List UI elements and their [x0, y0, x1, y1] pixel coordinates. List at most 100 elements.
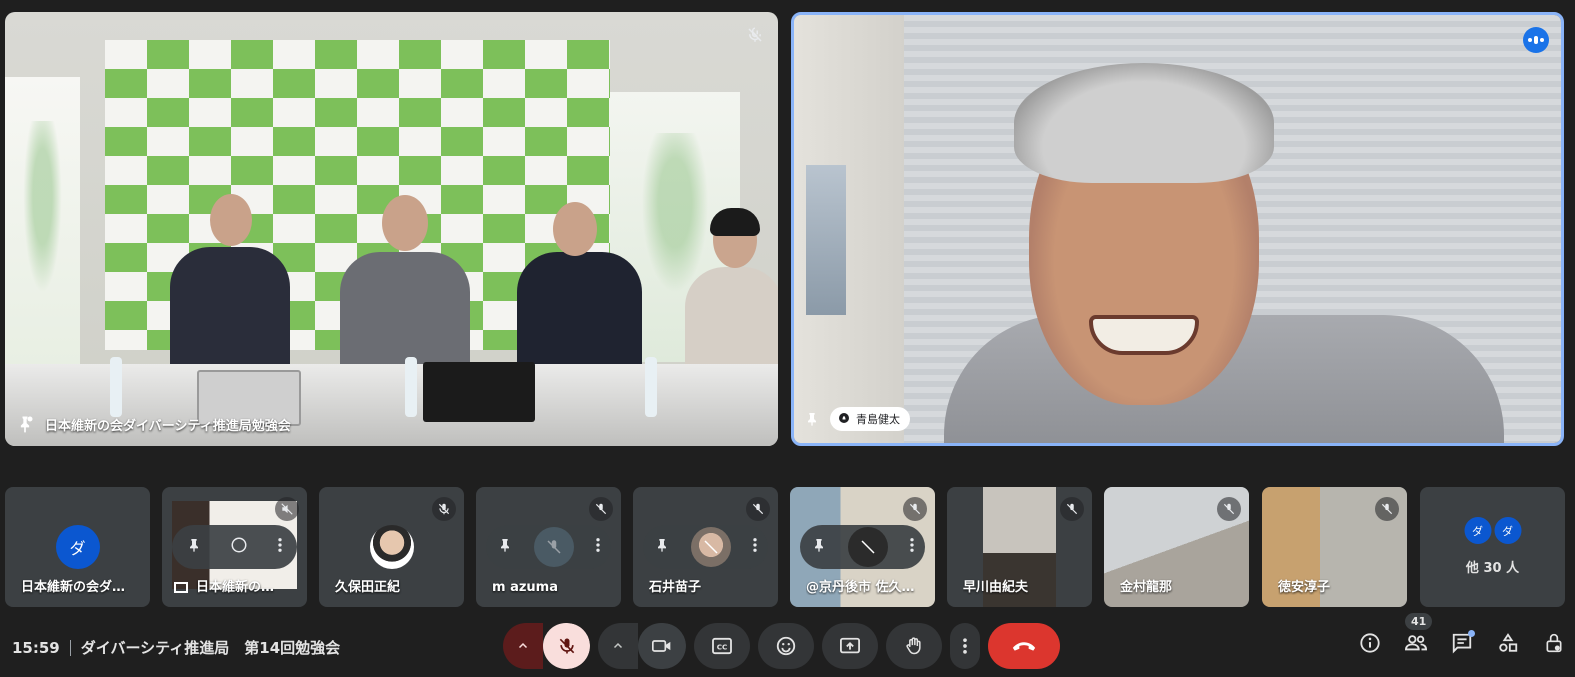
participant-tile[interactable]: 久保田正紀	[319, 487, 464, 607]
main-video-tile-venue[interactable]: 日本維新の会ダイバーシティ推進局勉強会	[5, 12, 778, 446]
mute-participant-icon[interactable]	[533, 527, 574, 567]
speaker-video	[794, 15, 1561, 443]
pin-presenting-icon[interactable]	[15, 414, 35, 434]
participant-tile[interactable]: @京丹後市 佐久…	[790, 487, 935, 607]
banner-left	[5, 77, 80, 367]
leave-call-button[interactable]	[988, 623, 1060, 669]
mic-off-button[interactable]	[543, 623, 590, 669]
tile-name-label: 青島健太	[804, 407, 910, 431]
muted-mic-icon	[1060, 497, 1084, 521]
participant-name: 石井苗子	[649, 580, 702, 595]
chat-icon[interactable]	[1449, 630, 1475, 656]
participant-name: m azuma	[492, 580, 558, 595]
mic-control	[503, 623, 590, 669]
speaker-smile	[1089, 315, 1199, 355]
bottle	[645, 357, 657, 417]
pin-icon[interactable]	[186, 536, 202, 558]
people-icon[interactable]	[1403, 630, 1429, 656]
control-bar: 15:59 ダイバーシティ推進局 第14回勉強会 CC	[0, 620, 1575, 672]
pin-icon[interactable]	[804, 410, 820, 428]
participant-tile[interactable]: 徳安淳子	[1262, 487, 1407, 607]
participant-tile[interactable]: 早川由紀夫	[947, 487, 1092, 607]
participant-tile[interactable]: 石井苗子	[633, 487, 778, 607]
main-video-tile-speaker[interactable]: 青島健太	[791, 12, 1564, 446]
host-controls-icon[interactable]	[1541, 630, 1567, 656]
captions-button[interactable]: CC	[694, 623, 750, 669]
more-options-icon[interactable]	[909, 536, 915, 558]
speaker-name-pill: 青島健太	[830, 407, 910, 431]
pin-icon[interactable]	[654, 536, 670, 558]
tile-hover-controls	[800, 525, 925, 569]
mute-participant-icon[interactable]	[690, 527, 731, 567]
muted-mic-icon	[1217, 497, 1241, 521]
venue-video	[5, 12, 778, 446]
participant-name: 早川由紀夫	[963, 580, 1029, 595]
others-count-label: 他 30 人	[1465, 561, 1520, 576]
participant-name: 金村龍那	[1120, 580, 1173, 595]
screen-share-icon	[174, 582, 188, 593]
participant-name: 久保田正紀	[335, 580, 401, 595]
bottle	[110, 357, 122, 417]
tile-name-label: 日本維新の会ダイバーシティ推進局勉強会	[15, 414, 291, 434]
svg-text:CC: CC	[717, 643, 728, 652]
audio-options-button[interactable]	[503, 623, 543, 669]
participant-tile[interactable]: 金村龍那	[1104, 487, 1249, 607]
avatar: ダ	[55, 525, 100, 569]
call-controls: CC	[503, 623, 1060, 669]
meeting-details-icon[interactable]	[1357, 630, 1383, 656]
participant-name: 徳安淳子	[1278, 580, 1331, 595]
others-tile[interactable]: ダ ダ 他 30 人	[1420, 487, 1565, 607]
meeting-title: ダイバーシティ推進局 第14回勉強会	[80, 639, 341, 657]
speaker-1-head	[210, 194, 252, 246]
participants-count-badge: 41	[1405, 613, 1433, 630]
divider	[69, 639, 71, 656]
pin-icon[interactable]	[811, 536, 827, 558]
participant-tile[interactable]: 日本維新の…	[162, 487, 307, 607]
more-options-icon[interactable]	[752, 536, 758, 558]
muted-mic-icon	[1375, 497, 1399, 521]
hand-icon	[838, 412, 850, 427]
video-options-button[interactable]	[598, 623, 638, 669]
muted-mic-icon	[589, 497, 613, 521]
mute-participant-icon[interactable]	[847, 527, 888, 567]
more-options-button[interactable]	[950, 623, 980, 669]
muted-mic-icon	[746, 497, 770, 521]
muted-speaker-icon	[275, 497, 299, 521]
bottle	[405, 357, 417, 417]
muted-mic-icon	[746, 26, 764, 48]
present-screen-button[interactable]	[822, 623, 878, 669]
participant-tile[interactable]: m azuma	[476, 487, 621, 607]
participant-name: 日本維新の会ダ…	[21, 580, 126, 595]
reactions-button[interactable]	[758, 623, 814, 669]
participant-name: 日本維新の…	[174, 576, 299, 595]
speaker-4-hair	[710, 208, 760, 236]
tile-hover-controls	[643, 525, 768, 569]
avatar: ダ	[1494, 517, 1521, 544]
speaker-2-head	[382, 195, 428, 251]
more-options-icon[interactable]	[595, 536, 601, 558]
avatar-photo	[369, 525, 414, 569]
speaker-name: 青島健太	[856, 413, 900, 426]
clock: 15:59	[12, 638, 60, 657]
main-tile-name: 日本維新の会ダイバーシティ推進局勉強会	[45, 418, 291, 434]
speaker-4	[685, 267, 778, 377]
avatar: ダ	[1464, 517, 1491, 544]
mute-icon[interactable]	[230, 536, 248, 558]
pin-icon[interactable]	[497, 536, 513, 558]
speaker-3	[517, 252, 642, 372]
other-participants-avatars: ダ ダ	[1464, 517, 1521, 544]
meeting-info: 15:59 ダイバーシティ推進局 第14回勉強会	[12, 637, 340, 658]
speaker-2	[340, 252, 470, 372]
tile-hover-controls	[486, 525, 611, 569]
tile-hover-controls	[172, 525, 297, 569]
speaker-1	[170, 247, 290, 372]
activities-icon[interactable]	[1495, 630, 1521, 656]
more-options-icon[interactable]	[277, 536, 283, 558]
camera-control	[598, 623, 686, 669]
raise-hand-button[interactable]	[886, 623, 942, 669]
unread-dot	[1468, 630, 1475, 637]
camera-button[interactable]	[638, 623, 686, 669]
laptop-black	[423, 362, 535, 422]
side-panel-buttons	[1357, 630, 1567, 656]
participant-tile[interactable]: ダ 日本維新の会ダ…	[5, 487, 150, 607]
